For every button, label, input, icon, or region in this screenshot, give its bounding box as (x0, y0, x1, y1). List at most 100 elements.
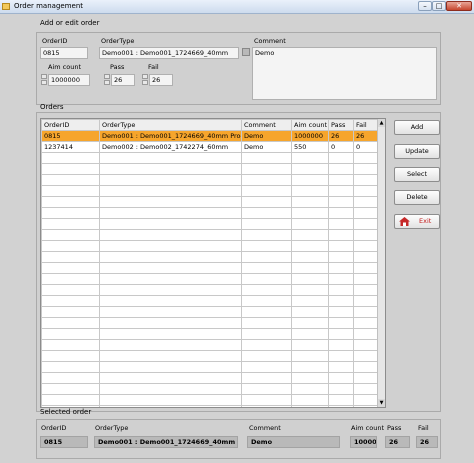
add-button[interactable]: Add (394, 120, 440, 135)
minimize-icon[interactable]: – (418, 1, 432, 11)
table-cell-empty (241, 207, 292, 219)
table-cell-empty (99, 207, 242, 219)
table-cell-empty (291, 218, 329, 230)
table-cell-empty (241, 251, 292, 263)
table-cell-empty (99, 163, 242, 175)
table-cell-empty (99, 350, 242, 362)
selected-comment-value: Demo (247, 436, 340, 448)
table-row-empty[interactable] (41, 350, 380, 362)
table-row-empty[interactable] (41, 207, 380, 219)
table-cell-empty (41, 350, 100, 362)
select-button[interactable]: Select (394, 167, 440, 182)
order-type-dropdown-icon[interactable] (242, 48, 250, 56)
table-cell-empty (99, 229, 242, 241)
order-id-input[interactable]: 0815 (40, 47, 88, 59)
table-cell-empty (241, 185, 292, 197)
table-cell-empty (241, 163, 292, 175)
table-row-empty[interactable] (41, 163, 380, 175)
table-row-empty[interactable] (41, 361, 380, 373)
table-row-empty[interactable] (41, 185, 380, 197)
table-row-empty[interactable] (41, 251, 380, 263)
table-row-empty[interactable] (41, 383, 380, 395)
fail-stepper[interactable] (142, 74, 148, 85)
table-cell-empty (291, 185, 329, 197)
table-row-empty[interactable] (41, 328, 380, 340)
table-row-empty[interactable] (41, 394, 380, 406)
scroll-up-icon[interactable]: ▲ (378, 119, 385, 127)
table-row-empty[interactable] (41, 174, 380, 186)
table-cell-empty (328, 339, 354, 351)
column-header-aim-count[interactable]: Aim count (291, 119, 329, 131)
pass-stepper[interactable] (104, 74, 110, 85)
table-cell-empty (241, 196, 292, 208)
fail-input[interactable]: 26 (149, 74, 173, 86)
table-row[interactable]: 1237414 Demo002 : Demo002_1742274_60mm D… (41, 141, 380, 153)
close-icon[interactable]: ✕ (446, 1, 472, 11)
table-cell-empty (353, 262, 380, 274)
table-cell-empty (353, 339, 380, 351)
table-cell-empty (41, 317, 100, 329)
table-cell-empty (328, 383, 354, 395)
table-row-empty[interactable] (41, 372, 380, 384)
table-row-empty[interactable] (41, 306, 380, 318)
cell-order-id: 0815 (41, 130, 100, 142)
table-row-empty[interactable] (41, 262, 380, 274)
cell-pass: 26 (328, 130, 354, 142)
comment-label: Comment (254, 37, 286, 45)
comment-input[interactable]: Demo (252, 47, 437, 100)
table-cell-empty (328, 196, 354, 208)
order-type-select[interactable]: Demo001 : Demo001_1724669_40mm (99, 47, 239, 59)
table-row-empty[interactable] (41, 295, 380, 307)
aim-count-stepper[interactable] (41, 74, 47, 85)
table-cell-empty (241, 383, 292, 395)
table-row-empty[interactable] (41, 229, 380, 241)
table-cell-empty (291, 394, 329, 406)
column-header-pass[interactable]: Pass (328, 119, 354, 131)
table-cell-empty (99, 273, 242, 285)
table-cell-empty (328, 350, 354, 362)
column-header-order-type[interactable]: OrderType (99, 119, 242, 131)
pass-input[interactable]: 26 (111, 74, 135, 86)
cell-aim-count: 550 (291, 141, 329, 153)
update-button[interactable]: Update (394, 144, 440, 159)
table-row-empty[interactable] (41, 240, 380, 252)
column-header-comment[interactable]: Comment (241, 119, 292, 131)
table-cell-empty (328, 174, 354, 186)
table-row-empty[interactable] (41, 405, 380, 407)
table-cell-empty (291, 152, 329, 164)
table-cell-empty (41, 196, 100, 208)
maximize-icon[interactable]: □ (432, 1, 446, 11)
aim-count-input[interactable]: 1000000 (48, 74, 90, 86)
orders-table: OrderID OrderType Comment Aim count Pass… (40, 118, 386, 408)
table-cell-empty (99, 372, 242, 384)
table-cell-empty (291, 295, 329, 307)
table-cell-empty (328, 207, 354, 219)
orders-scrollbar[interactable]: ▲ ▼ (377, 119, 385, 407)
table-cell-empty (291, 350, 329, 362)
table-row-empty[interactable] (41, 273, 380, 285)
cell-order-type: Demo002 : Demo002_1742274_60mm (99, 141, 242, 153)
table-row-empty[interactable] (41, 284, 380, 296)
home-exit-icon (399, 217, 410, 226)
table-row-empty[interactable] (41, 218, 380, 230)
column-header-order-id[interactable]: OrderID (41, 119, 100, 131)
table-row[interactable]: 0815 Demo001 : Demo001_1724669_40mm Prod… (41, 130, 380, 142)
table-cell-empty (241, 152, 292, 164)
scroll-down-icon[interactable]: ▼ (378, 399, 385, 407)
table-cell-empty (41, 163, 100, 175)
exit-button[interactable]: Exit (394, 214, 440, 229)
table-row-empty[interactable] (41, 339, 380, 351)
table-row-empty[interactable] (41, 317, 380, 329)
selected-order-id-value: 0815 (40, 436, 88, 448)
table-cell-empty (291, 361, 329, 373)
table-cell-empty (41, 240, 100, 252)
table-cell-empty (41, 361, 100, 373)
table-cell-empty (99, 394, 242, 406)
table-row-empty[interactable] (41, 152, 380, 164)
column-header-fail[interactable]: Fail (353, 119, 380, 131)
edit-order-group: OrderID 0815 OrderType Demo001 : Demo001… (36, 32, 441, 105)
delete-button[interactable]: Delete (394, 190, 440, 205)
table-cell-empty (353, 229, 380, 241)
orders-header-row: OrderID OrderType Comment Aim count Pass… (41, 119, 380, 131)
table-row-empty[interactable] (41, 196, 380, 208)
